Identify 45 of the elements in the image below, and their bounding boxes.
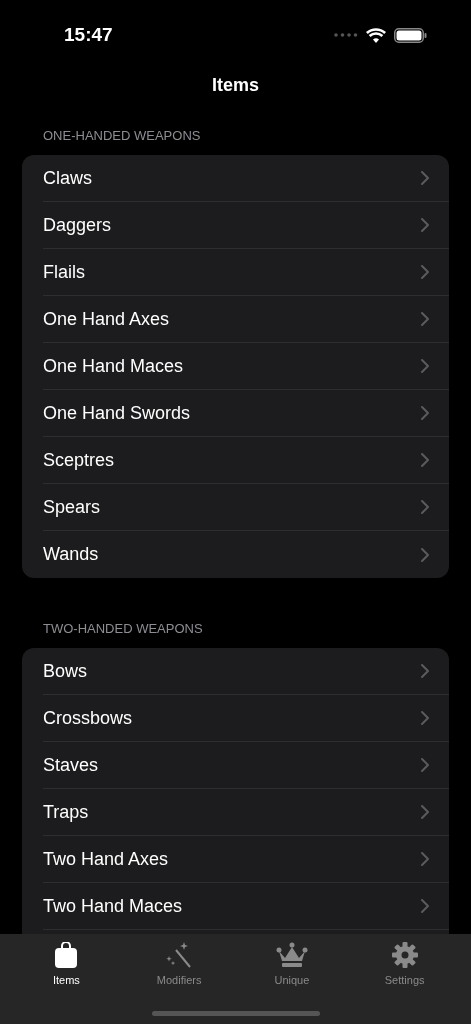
list-row[interactable]: One Hand Axes	[43, 296, 449, 343]
settings-icon	[391, 942, 418, 968]
signal-icon	[334, 33, 358, 37]
chevron-right-icon	[421, 265, 429, 279]
tab-item[interactable]: Unique	[246, 940, 337, 989]
chevron-right-icon	[421, 805, 429, 819]
chevron-right-icon	[421, 547, 429, 562]
chevron-right-icon	[421, 664, 429, 678]
tab-item[interactable]: Modifiers	[134, 940, 225, 989]
magic-wand-icon	[166, 942, 193, 968]
battery-icon	[394, 27, 427, 43]
list-row[interactable]: Two Hand Maces	[43, 883, 449, 930]
list-row[interactable]: One Hand Swords	[43, 390, 449, 437]
bag-icon	[54, 942, 79, 968]
list-row[interactable]: Two Hand Axes	[43, 836, 449, 883]
list-row[interactable]: Daggers	[43, 202, 449, 249]
tab-item[interactable]: Items	[21, 940, 112, 989]
status-time: 15:47	[64, 22, 113, 47]
list-row[interactable]: Sceptres	[43, 437, 449, 484]
chevron-right-icon	[421, 406, 429, 420]
chevron-right-icon	[421, 359, 429, 373]
section-header: ONE-HANDED WEAPONS	[43, 128, 201, 143]
chevron-right-icon	[421, 852, 429, 866]
section-header: TWO-HANDED WEAPONS	[43, 621, 203, 636]
chevron-right-icon	[421, 758, 429, 772]
list-row[interactable]: Staves	[43, 742, 449, 789]
tab-item[interactable]: Settings	[359, 940, 450, 989]
chevron-right-icon	[421, 500, 429, 514]
chevron-right-icon	[421, 453, 429, 467]
chevron-right-icon	[421, 711, 429, 725]
list-row[interactable]: Crossbows	[43, 695, 449, 742]
wifi-icon	[366, 27, 386, 43]
list-row[interactable]: Traps	[43, 789, 449, 836]
list-row[interactable]: Bows	[43, 648, 449, 695]
list-row[interactable]: Flails	[43, 249, 449, 296]
list-row[interactable]: One Hand Maces	[43, 343, 449, 390]
screen-title: Items	[212, 73, 259, 97]
chevron-right-icon	[421, 218, 429, 232]
chevron-right-icon	[421, 312, 429, 326]
chevron-right-icon	[421, 899, 429, 913]
list-row[interactable]: Spears	[43, 484, 449, 531]
chevron-right-icon	[421, 171, 429, 185]
list-row[interactable]: Claws	[43, 155, 449, 202]
crown-icon	[275, 942, 308, 968]
list-row[interactable]: Wands	[43, 531, 449, 578]
